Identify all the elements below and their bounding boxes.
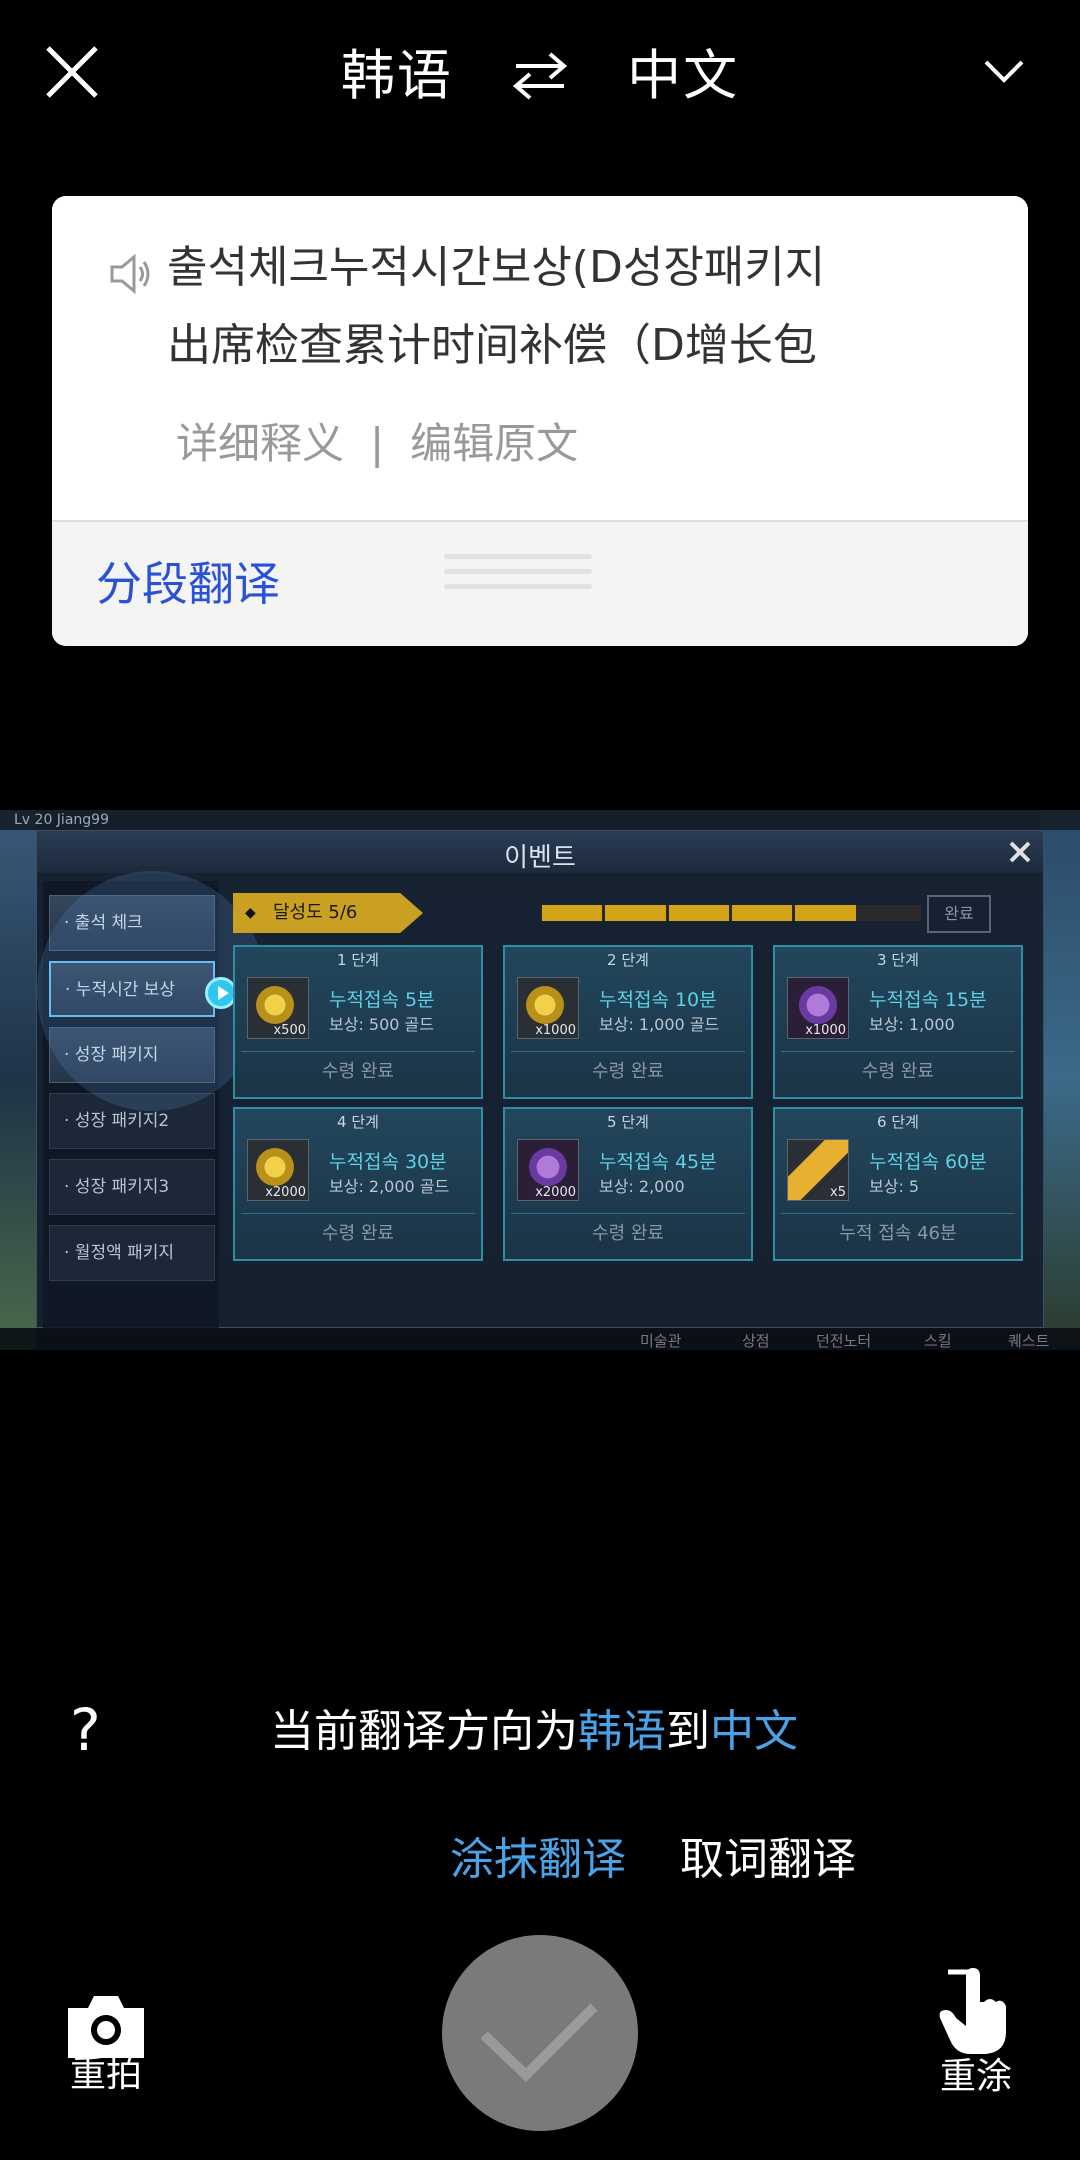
gold-coin-icon: x500 (247, 977, 309, 1039)
help-button[interactable]: ? (70, 1700, 101, 1760)
swap-icon[interactable] (510, 48, 570, 104)
chevron-down-icon[interactable] (980, 54, 1028, 90)
tile-reward: 보상: 1,000 (869, 1015, 955, 1034)
tile-quantity: x2000 (535, 1185, 576, 1200)
tile-name: 누적접속 30분 (329, 1151, 447, 1173)
tile-reward: 보상: 5 (869, 1177, 920, 1196)
game-background-left (0, 810, 36, 1350)
tile-quantity: x2000 (265, 1185, 306, 1200)
tile-stage: 4 단계 (337, 1113, 379, 1131)
tile-reward: 보상: 2,000 (599, 1177, 685, 1196)
link-separator: | (370, 419, 385, 468)
event-panel: 이벤트 · 출석 체크 · 누적시간 보상 · 성장 패키지 · 성장 패키지2… (36, 830, 1044, 1329)
language-selector[interactable]: 韩语 中文 (0, 38, 1080, 111)
gold-coin-icon: x2000 (247, 1139, 309, 1201)
progress-segment (542, 905, 603, 921)
tile-quantity: x1000 (535, 1023, 576, 1038)
tile-status: 수령 완료 (241, 1213, 475, 1253)
drag-handle[interactable] (444, 554, 592, 610)
card-links: 详细释义 | 编辑原文 (176, 414, 578, 474)
direction-source: 韩语 (578, 1706, 666, 1757)
purple-gem-icon: x1000 (787, 977, 849, 1039)
tile-name: 누적접속 45분 (599, 1151, 717, 1173)
progress-bar (541, 905, 921, 921)
progress-segment (668, 905, 729, 921)
game-background-right (1040, 810, 1080, 1350)
mode-word-translate[interactable]: 取词翻译 (680, 1830, 856, 1890)
tile-name: 누적접속 10분 (599, 989, 717, 1011)
game-top-strip: Lv 20 Jiang99 (0, 810, 1080, 830)
captured-image[interactable]: Lv 20 Jiang99 이벤트 · 출석 체크 · 누적시간 보상 · 성장… (0, 810, 1080, 1350)
tile-quantity: x5 (830, 1185, 846, 1200)
tile-name: 누적접속 60분 (869, 1151, 987, 1173)
event-panel-header: 이벤트 (37, 831, 1043, 873)
source-text: 출석체크누적시간보상(D성장패키지 (167, 242, 826, 293)
source-language[interactable]: 韩语 (341, 41, 453, 111)
tile-reward: 보상: 2,000 골드 (329, 1177, 450, 1196)
tile-status: 수령 완료 (241, 1051, 475, 1091)
checkmark-icon (480, 2003, 598, 2082)
repaint-label[interactable]: 重涂 (940, 2052, 1012, 2102)
game-tab: 퀘스트 (1008, 1332, 1050, 1350)
reward-tile: 3 단계 x1000 누적접속 15분 보상: 1,000 수령 완료 (773, 945, 1023, 1099)
translation-direction: 当前翻译方向为韩语到中文 (270, 1702, 798, 1762)
game-bottom-strip: 미술관 상점 던전노터 스킬 퀘스트 (0, 1328, 1080, 1350)
mode-smear-translate[interactable]: 涂抹翻译 (450, 1830, 626, 1890)
tile-stage: 3 단계 (877, 951, 919, 969)
edit-source-link[interactable]: 编辑原文 (410, 419, 578, 468)
close-icon (1009, 841, 1031, 863)
tile-stage: 2 단계 (607, 951, 649, 969)
done-badge: 완료 (927, 895, 991, 933)
target-language[interactable]: 中文 (627, 41, 739, 111)
reward-tile: 4 단계 x2000 누적접속 30분 보상: 2,000 골드 수령 완료 (233, 1107, 483, 1261)
progress-segment (732, 905, 793, 921)
tile-status: 누적 접속 46분 (781, 1213, 1015, 1253)
reward-tile: 6 단계 x5 누적접속 60분 보상: 5 누적 접속 46분 (773, 1107, 1023, 1261)
game-tab: 상점 (742, 1332, 770, 1350)
detail-meaning-link[interactable]: 详细释义 (176, 419, 344, 468)
reward-tile: 2 단계 x1000 누적접속 10분 보상: 1,000 골드 수령 완료 (503, 945, 753, 1099)
confirm-button[interactable] (442, 1935, 638, 2131)
direction-prefix: 当前翻译方向为 (270, 1706, 578, 1757)
tile-name: 누적접속 5분 (329, 989, 435, 1011)
tile-reward: 보상: 1,000 골드 (599, 1015, 720, 1034)
direction-mid: 到 (666, 1706, 710, 1757)
golden-key-icon: x5 (787, 1139, 849, 1201)
tile-reward: 보상: 500 골드 (329, 1015, 434, 1034)
tile-stage: 1 단계 (337, 951, 379, 969)
tile-status: 수령 완료 (511, 1213, 745, 1253)
game-tab: 던전노터 (816, 1332, 872, 1350)
gold-coin-icon: x1000 (517, 977, 579, 1039)
segment-translate-button[interactable]: 分段翻译 (96, 552, 280, 616)
reward-tile: 1 단계 x500 누적접속 5분 보상: 500 골드 수령 완료 (233, 945, 483, 1099)
translated-text: 出席检查累计时间补偿（D增长包 (167, 320, 817, 371)
retake-label[interactable]: 重拍 (70, 2050, 142, 2100)
card-footer: 分段翻译 (52, 520, 1028, 646)
speaker-icon[interactable] (106, 250, 154, 298)
tile-name: 누적접속 15분 (869, 989, 987, 1011)
menu-item-growth-package-3: · 성장 패키지3 (49, 1159, 215, 1215)
menu-item-monthly-package: · 월정액 패키지 (49, 1225, 215, 1281)
progress-label: 달성도 5/6 (233, 893, 423, 933)
reward-tile: 5 단계 x2000 누적접속 45분 보상: 2,000 수령 완료 (503, 1107, 753, 1261)
purple-gem-icon: x2000 (517, 1139, 579, 1201)
game-tab: 스킬 (924, 1332, 952, 1350)
event-panel-title: 이벤트 (504, 843, 576, 873)
tile-quantity: x500 (273, 1023, 306, 1038)
tile-status: 수령 완료 (781, 1051, 1015, 1091)
progress-segment (795, 905, 856, 921)
tile-stage: 5 단계 (607, 1113, 649, 1131)
translation-result-card: 출석체크누적시간보상(D성장패키지 出席检查累计时间补偿（D增长包 详细释义 | 编… (52, 196, 1028, 646)
direction-target: 中文 (710, 1706, 798, 1757)
tile-status: 수령 완료 (511, 1051, 745, 1091)
top-bar: 韩语 中文 (0, 0, 1080, 150)
hand-pointer-icon[interactable] (936, 1962, 1014, 2058)
tile-stage: 6 단계 (877, 1113, 919, 1131)
game-tab: 미술관 (640, 1332, 682, 1350)
result-content: 출석체크누적시간보상(D성장패키지 出席检查累计时间补偿（D增长包 详细释义 | 编… (52, 196, 1028, 520)
tile-quantity: x1000 (805, 1023, 846, 1038)
progress-segment (605, 905, 666, 921)
